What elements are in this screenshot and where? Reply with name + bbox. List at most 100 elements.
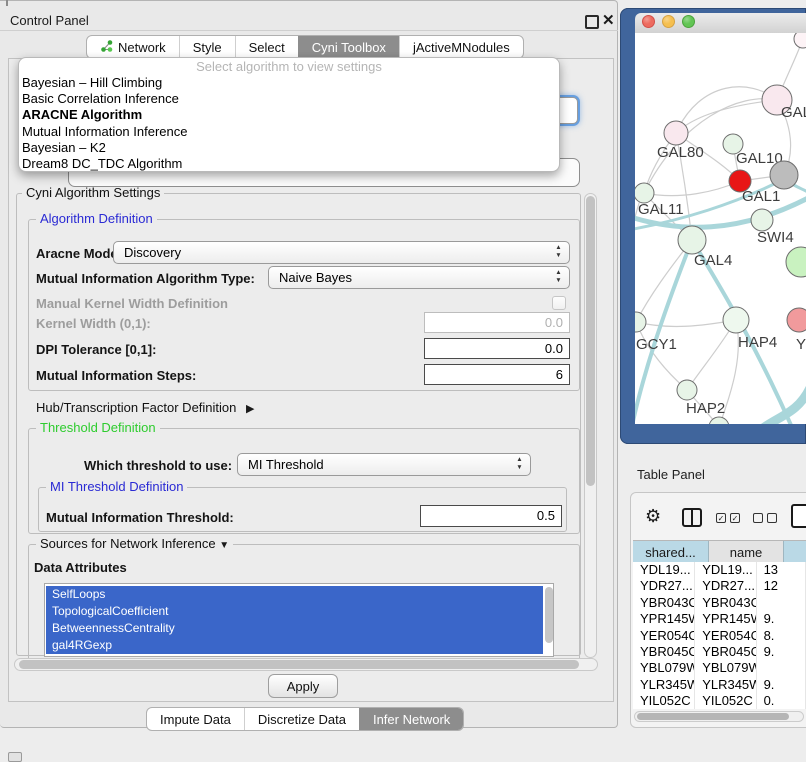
zoom-traffic-light[interactable] (682, 15, 695, 28)
algorithm-option[interactable]: ARACNE Algorithm (19, 107, 559, 123)
document-icon[interactable] (791, 504, 806, 528)
table-header-row: shared...name (633, 540, 806, 564)
algorithm-option[interactable]: Dream8 DC_TDC Algorithm (19, 156, 559, 172)
collapse-down-arrow-icon: ▼ (219, 540, 229, 551)
network-node-gcy1[interactable] (635, 312, 646, 332)
kernel-width-field[interactable]: 0.0 (424, 312, 570, 333)
hub-definition-label: Hub/Transcription Factor Definition (36, 400, 236, 415)
table-horizontal-scrollbar[interactable] (634, 711, 804, 722)
network-graph[interactable]: GALGAL80GAL10GAL1GAL11SWI4GAL4GCY1HAP4YH… (635, 33, 806, 424)
network-window-titlebar[interactable] (635, 13, 806, 34)
table-scroll-thumb[interactable] (637, 713, 789, 720)
network-node-gal4[interactable] (678, 226, 706, 254)
attribute-item[interactable]: TopologicalCoefficient (46, 603, 543, 620)
select-all-icon[interactable]: ✓ ✓ (716, 513, 740, 523)
network-node-label: SWI4 (757, 229, 794, 246)
network-edge[interactable] (636, 320, 736, 326)
sources-title[interactable]: Sources for Network Inference ▼ (36, 537, 233, 553)
tab-style[interactable]: Style (179, 36, 235, 58)
collapsed-panel-icon[interactable] (8, 752, 22, 762)
hub-definition-expander[interactable]: Hub/Transcription Factor Definition ▶ (36, 400, 254, 415)
vertical-scroll-thumb[interactable] (586, 196, 595, 486)
column-header-shared[interactable]: shared... (633, 541, 709, 563)
tab-select[interactable]: Select (235, 36, 298, 58)
split-columns-icon[interactable] (682, 508, 702, 527)
algorithm-option[interactable]: Bayesian – Hill Climbing (19, 75, 559, 91)
network-node-gal80[interactable] (664, 121, 688, 145)
algorithm-option[interactable]: Bayesian – K2 (19, 140, 559, 156)
attribute-item[interactable]: BetweennessCentrality (46, 620, 543, 637)
control-panel-title: Control Panel (10, 13, 89, 28)
mi-algorithm-type-combo[interactable]: Naive Bayes ▲▼ (268, 266, 570, 289)
dpi-tolerance-field[interactable]: 0.0 (424, 338, 570, 359)
close-traffic-light[interactable] (642, 15, 655, 28)
tab-label: Discretize Data (258, 712, 346, 727)
network-node-gal11[interactable] (635, 183, 654, 203)
attribute-item[interactable]: gal4RGexp (46, 637, 543, 654)
table-row[interactable]: YER054CYER054C8. (633, 628, 806, 644)
sources-title-text: Sources for Network Inference (40, 536, 216, 551)
which-threshold-combo[interactable]: MI Threshold ▲▼ (237, 453, 531, 476)
network-node-hap2[interactable] (677, 380, 697, 400)
network-node[interactable] (770, 161, 798, 189)
mi-threshold-field[interactable]: 0.5 (420, 505, 562, 527)
table-row[interactable]: YIL052CYIL052C0. (633, 693, 806, 709)
network-node-label: GAL80 (657, 144, 704, 161)
network-node-label: GAL (781, 104, 806, 121)
table-cell: 0. (757, 693, 806, 709)
network-node-hap4[interactable] (723, 307, 749, 333)
table-cell: YER054C (695, 628, 756, 644)
mi-steps-field[interactable]: 6 (424, 364, 570, 385)
algorithm-option[interactable]: Basic Correlation Inference (19, 91, 559, 107)
checked-box-icon: ✓ (716, 513, 726, 523)
settings-vertical-scrollbar[interactable] (584, 193, 597, 658)
top-divider-tick (6, 0, 8, 6)
horizontal-scroll-thumb[interactable] (19, 660, 579, 669)
algorithm-option[interactable]: Mutual Information Inference (19, 124, 559, 140)
table-cell: 9. (757, 677, 806, 693)
table-row[interactable]: YLR345WYLR345W9. (633, 677, 806, 693)
tab-network[interactable]: Network (87, 36, 179, 58)
tab-impute-data[interactable]: Impute Data (147, 708, 244, 730)
float-window-icon[interactable] (585, 15, 599, 29)
manual-kernel-width-checkbox[interactable] (552, 296, 566, 310)
data-attributes-list[interactable]: SelfLoopsTopologicalCoefficientBetweenne… (44, 583, 554, 657)
list-scrollbar-thumb[interactable] (545, 587, 553, 643)
column-header[interactable] (784, 541, 806, 563)
table-row[interactable]: YBR045CYBR045C9. (633, 644, 806, 660)
network-edge-highlighted[interactable] (742, 388, 806, 424)
table-cell (757, 660, 806, 676)
attribute-item[interactable]: SelfLoops (46, 586, 543, 603)
table-cell: YER054C (633, 628, 695, 644)
table-row[interactable]: YBR043CYBR043C (633, 595, 806, 611)
tab-jactivemnodules[interactable]: jActiveMNodules (399, 36, 523, 58)
tab-cyni-toolbox[interactable]: Cyni Toolbox (298, 36, 399, 58)
network-edge[interactable] (676, 100, 777, 133)
dpi-tolerance-label: DPI Tolerance [0,1]: (36, 342, 156, 357)
select-none-icon[interactable] (753, 513, 777, 523)
close-panel-icon[interactable]: ✕ (602, 11, 615, 29)
network-node[interactable] (794, 33, 806, 48)
table-row[interactable]: YDL19...YDL19...13 (633, 562, 806, 578)
table-row[interactable]: YPR145WYPR145W9. (633, 611, 806, 627)
settings-horizontal-scrollbar[interactable] (14, 658, 598, 671)
algorithm-definition-title: Algorithm Definition (36, 212, 157, 226)
tab-infer-network[interactable]: Infer Network (359, 708, 463, 730)
network-node-y[interactable] (787, 308, 806, 332)
minimize-traffic-light[interactable] (662, 15, 675, 28)
apply-button[interactable]: Apply (268, 674, 338, 698)
tab-discretize-data[interactable]: Discretize Data (244, 708, 359, 730)
network-canvas[interactable]: GALGAL80GAL10GAL1GAL11SWI4GAL4GCY1HAP4YH… (635, 33, 806, 424)
aracne-mode-combo[interactable]: Discovery ▲▼ (113, 241, 570, 264)
table-row[interactable]: YBL079WYBL079W (633, 660, 806, 676)
data-attributes-label: Data Attributes (34, 560, 127, 575)
table-row[interactable]: YDR27...YDR27...12 (633, 578, 806, 594)
network-edge[interactable] (676, 87, 777, 133)
network-node[interactable] (786, 247, 806, 277)
table-cell: 13 (757, 562, 806, 578)
network-node-swi4[interactable] (751, 209, 773, 231)
table-cell: YPR145W (633, 611, 695, 627)
column-header-name[interactable]: name (709, 541, 784, 563)
table-settings-gear-icon[interactable]: ⚙ (645, 506, 661, 527)
network-edge[interactable] (644, 181, 740, 196)
